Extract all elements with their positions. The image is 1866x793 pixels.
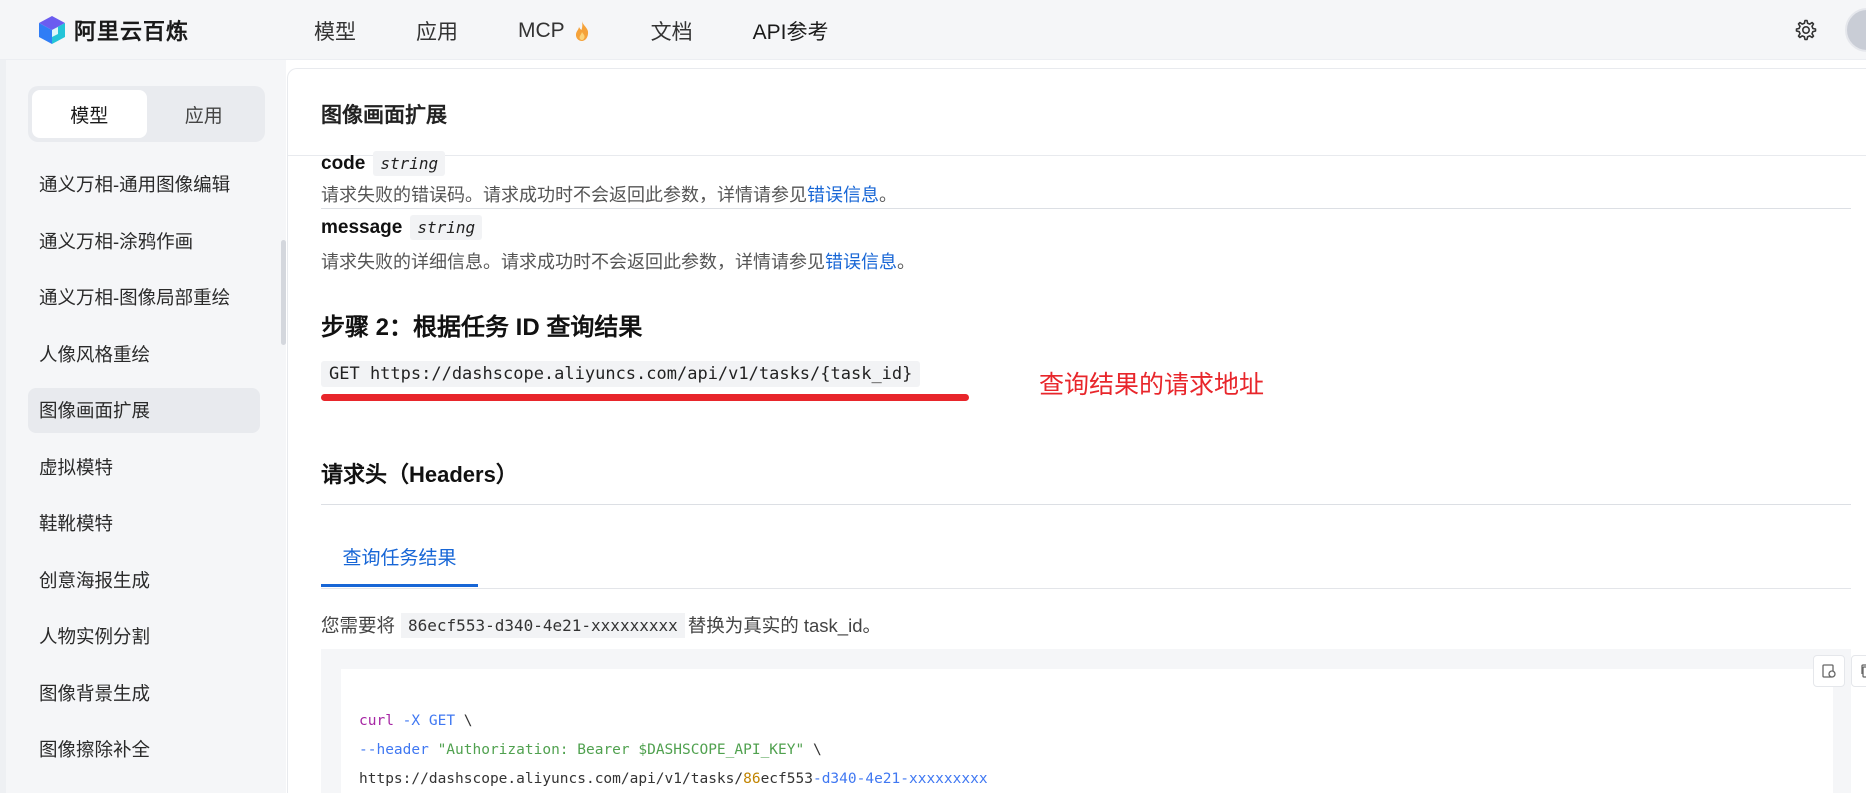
sidebar-item[interactable]: 通义万相-涂鸦作画 (28, 219, 260, 264)
endpoint-code: GET https://dashscope.aliyuncs.com/api/v… (321, 361, 921, 387)
note-text: 您需要将 86ecf553-d340-4e21-xxxxxxxxx 替换为真实的… (321, 612, 881, 638)
sidebar-item[interactable]: 通义万相-图像局部重绘 (28, 275, 260, 320)
tab-divider (321, 588, 1851, 589)
nav-mcp-label: MCP (518, 19, 565, 42)
code-lines: curl -X GET \ --header "Authorization: B… (359, 707, 988, 793)
brand-name: 阿里云百炼 (74, 19, 190, 44)
brand-logo[interactable]: 阿里云百炼 (38, 14, 189, 46)
param-desc-text: 请求失败的错误码。请求成功时不会返回此参数，详情请参见 (321, 185, 807, 205)
note-suffix: 替换为真实的 task_id。 (687, 615, 881, 636)
code-number: 86 (743, 771, 761, 787)
code-id-part: ecf553 (760, 771, 813, 787)
param-name: message (321, 217, 403, 238)
code-line-2: --header "Authorization: Bearer $DASHSCO… (359, 742, 822, 758)
sidebar-item[interactable]: 鞋靴模特 (28, 501, 260, 546)
tab-query-task-result[interactable]: 查询任务结果 (321, 543, 478, 587)
page-title: 图像画面扩展 (321, 104, 447, 127)
title-divider (288, 155, 1866, 156)
nav-models[interactable]: 模型 (314, 16, 356, 46)
sidebar-item[interactable]: 人像风格重绘 (28, 332, 260, 377)
copy-button[interactable] (1851, 655, 1866, 687)
param-desc-text: 请求失败的详细信息。请求成功时不会返回此参数，详情请参见 (321, 252, 825, 272)
step-heading: 步骤 2：根据任务 ID 查询结果 (321, 314, 643, 341)
sidebar-item-active[interactable]: 图像画面扩展 (28, 388, 260, 433)
error-info-link[interactable]: 错误信息 (807, 185, 879, 205)
divider (321, 208, 1851, 209)
code-string: "Authorization: Bearer $DASHSCOPE_API_KE… (437, 742, 805, 758)
param-desc: 请求失败的错误码。请求成功时不会返回此参数，详情请参见错误信息。 (321, 181, 897, 207)
nav-api-reference[interactable]: API参考 (753, 16, 829, 46)
sidebar-item[interactable]: 图像背景生成 (28, 671, 260, 716)
code-cont: \ (455, 713, 473, 729)
code-body[interactable]: curl -X GET \ --header "Authorization: B… (341, 669, 1833, 793)
main-panel: 图像画面扩展 code string 请求失败的错误码。请求成功时不会返回此参数，… (287, 68, 1866, 793)
sidebar-segment-switch: 模型 应用 (28, 86, 265, 142)
annotation-text: 查询结果的请求地址 (1039, 371, 1265, 399)
divider (321, 504, 1851, 505)
segment-apps[interactable]: 应用 (147, 90, 262, 138)
nav-docs[interactable]: 文档 (651, 16, 693, 46)
sidebar-scrollbar[interactable] (281, 240, 286, 345)
sidebar-item[interactable]: 图像擦除补全 (28, 727, 260, 772)
sidebar-edge (0, 60, 6, 793)
note-code: 86ecf553-d340-4e21-xxxxxxxxx (401, 612, 685, 638)
error-info-link[interactable]: 错误信息 (825, 252, 897, 272)
nav-mcp[interactable]: MCP (518, 19, 591, 43)
open-icon (1822, 664, 1836, 678)
sidebar-list: 通义万相-通用图像编辑 通义万相-涂鸦作画 通义万相-图像局部重绘 人像风格重绘… (28, 162, 260, 784)
segment-models[interactable]: 模型 (32, 90, 147, 138)
code-id-rest: -d340-4e21-xxxxxxxxx (812, 771, 988, 787)
param-desc: 请求失败的详细信息。请求成功时不会返回此参数，详情请参见错误信息。 (321, 248, 915, 274)
param-desc-end: 。 (897, 252, 915, 272)
code-flag: -X (402, 713, 421, 729)
code-cont: \ (804, 742, 822, 758)
logo-icon (39, 16, 65, 44)
param-type: string (410, 215, 483, 240)
fire-icon (575, 21, 588, 41)
avatar[interactable] (1845, 8, 1866, 52)
sidebar-item[interactable]: 虚拟模特 (28, 445, 260, 490)
top-bar: 阿里云百炼 模型 应用 MCP 文档 API参考 (0, 0, 1866, 60)
code-line-1: curl -X GET \ (359, 713, 473, 729)
code-block: curl -X GET \ --header "Authorization: B… (321, 649, 1866, 793)
param-desc-end: 。 (879, 185, 897, 205)
param-name: code (321, 153, 366, 174)
code-cmd: curl (359, 713, 394, 729)
code-line-3: https://dashscope.aliyuncs.com/api/v1/ta… (359, 771, 988, 787)
sidebar-item[interactable]: 人物实例分割 (28, 614, 260, 659)
sidebar-item[interactable]: 创意海报生成 (28, 558, 260, 603)
open-in-ide-button[interactable] (1813, 655, 1845, 687)
main-nav: 模型 应用 MCP 文档 API参考 (314, 16, 889, 46)
code-url: https://dashscope.aliyuncs.com/api/v1/ta… (359, 771, 744, 787)
code-flag: --header (359, 742, 429, 758)
annotation-underline (321, 394, 969, 401)
param-type: string (373, 151, 446, 176)
code-method: GET (428, 713, 456, 729)
gear-icon[interactable] (1793, 18, 1817, 42)
code-toolbar (1813, 655, 1866, 687)
copy-icon (1861, 664, 1866, 678)
sidebar-item[interactable]: 通义万相-通用图像编辑 (28, 162, 260, 207)
headers-heading: 请求头（Headers） (321, 462, 518, 487)
param-row-code: code string (321, 151, 446, 179)
note-prefix: 您需要将 (321, 615, 396, 636)
param-row-message: message string (321, 215, 483, 240)
nav-apps[interactable]: 应用 (416, 16, 458, 46)
